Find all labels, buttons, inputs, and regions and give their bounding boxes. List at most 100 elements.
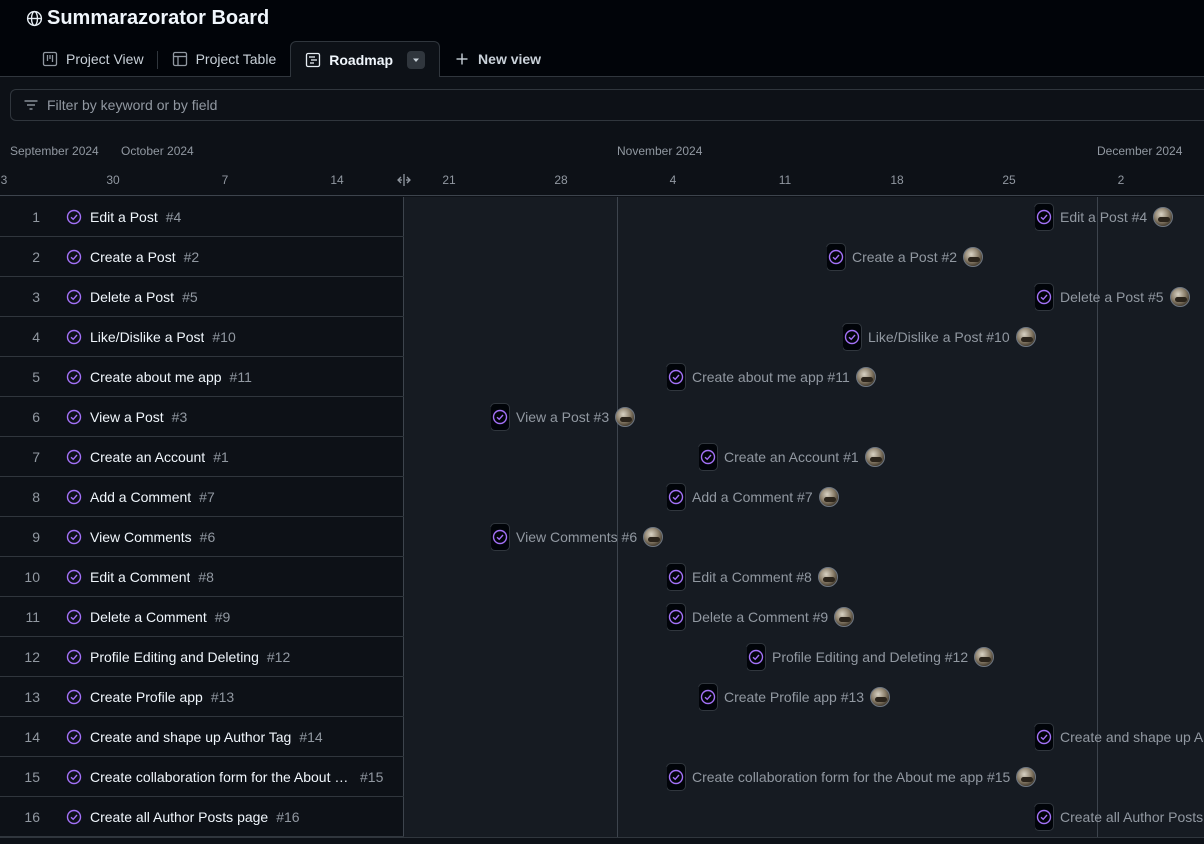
assignee-avatar[interactable] <box>1015 327 1036 347</box>
bar-handle[interactable] <box>840 323 862 351</box>
assignee-avatar[interactable] <box>855 367 876 387</box>
roadmap-bar[interactable]: Edit a Comment #8 <box>664 557 838 597</box>
item-title[interactable]: Create about me app <box>90 369 222 385</box>
tab-roadmap[interactable]: Roadmap <box>290 41 441 78</box>
bar-handle[interactable] <box>664 483 686 511</box>
roadmap-bar[interactable]: Delete a Post #5 <box>1032 277 1190 317</box>
assignee-avatar[interactable] <box>963 247 984 267</box>
view-options-dropdown[interactable] <box>407 50 426 69</box>
list-item[interactable]: 14 Create and shape up Author Tag #14 <box>0 717 404 757</box>
bar-handle[interactable] <box>1032 283 1054 311</box>
assignee-avatar[interactable] <box>834 607 855 627</box>
list-item[interactable]: 12 Profile Editing and Deleting #12 <box>0 637 404 677</box>
list-item[interactable]: 3 Delete a Post #5 <box>0 277 404 317</box>
bar-handle[interactable] <box>1032 803 1054 831</box>
assignee-avatar[interactable] <box>643 527 664 547</box>
issue-number: #14 <box>299 728 323 745</box>
filter-bar[interactable] <box>10 89 1204 121</box>
item-title[interactable]: Edit a Comment <box>90 569 190 585</box>
bar-label: Create an Account #1 <box>724 449 859 465</box>
bar-label: Delete a Comment #9 <box>692 609 829 625</box>
row-number: 7 <box>32 448 40 465</box>
roadmap-bar[interactable]: Create collaboration form for the About … <box>664 757 1037 797</box>
bar-handle[interactable] <box>696 683 718 711</box>
item-title[interactable]: Create and shape up Author Tag <box>90 729 291 745</box>
bar-handle[interactable] <box>1032 723 1054 751</box>
roadmap-bar[interactable]: Create Profile app #13 <box>696 677 891 717</box>
list-item[interactable]: 8 Add a Comment #7 <box>0 477 404 517</box>
assignee-avatar[interactable] <box>974 647 995 667</box>
filter-input[interactable] <box>47 97 647 113</box>
tab-label: Roadmap <box>329 51 394 68</box>
bar-handle[interactable] <box>488 523 510 551</box>
resize-handle-icon[interactable] <box>396 173 412 187</box>
roadmap-bar[interactable]: Create and shape up Author Tag #14 <box>1032 717 1204 757</box>
bar-handle[interactable] <box>488 403 510 431</box>
roadmap-bar[interactable]: Create an Account #1 <box>696 437 885 477</box>
item-title[interactable]: Create collaboration form for the About … <box>90 769 352 785</box>
horizontal-scrollbar[interactable] <box>0 837 1204 844</box>
day-label: 11 <box>778 173 792 187</box>
bar-handle[interactable] <box>824 243 846 271</box>
month-label: September 2024 <box>10 144 99 158</box>
issue-closed-icon <box>66 489 82 504</box>
list-item[interactable]: 16 Create all Author Posts page #16 <box>0 797 404 837</box>
roadmap-bar[interactable]: Like/Dislike a Post #10 <box>840 317 1036 357</box>
new-view-button[interactable]: New view <box>440 41 555 77</box>
roadmap-bar[interactable]: View a Post #3 <box>488 397 636 437</box>
issue-closed-icon <box>66 369 82 384</box>
issue-number: #2 <box>183 248 200 265</box>
issue-closed-icon <box>828 249 844 265</box>
item-title[interactable]: Profile Editing and Deleting <box>90 649 259 665</box>
assignee-avatar[interactable] <box>864 447 885 467</box>
roadmap-bar[interactable]: View Comments #6 <box>488 517 664 557</box>
list-item[interactable]: 9 View Comments #6 <box>0 517 404 557</box>
item-title[interactable]: Like/Dislike a Post <box>90 329 204 345</box>
list-item[interactable]: 4 Like/Dislike a Post #10 <box>0 317 404 357</box>
list-item[interactable]: 7 Create an Account #1 <box>0 437 404 477</box>
roadmap-bar[interactable]: Create a Post #2 <box>824 237 984 277</box>
assignee-avatar[interactable] <box>1016 767 1037 787</box>
tab-project-view[interactable]: Project View <box>28 41 158 77</box>
list-item[interactable]: 11 Delete a Comment #9 <box>0 597 404 637</box>
assignee-avatar[interactable] <box>1153 207 1174 227</box>
bar-handle[interactable] <box>664 763 686 791</box>
list-item[interactable]: 10 Edit a Comment #8 <box>0 557 404 597</box>
triangle-down-icon <box>413 58 420 62</box>
item-title[interactable]: Add a Comment <box>90 489 191 505</box>
assignee-avatar[interactable] <box>1169 287 1190 307</box>
assignee-avatar[interactable] <box>817 567 838 587</box>
bar-handle[interactable] <box>664 563 686 591</box>
list-item[interactable]: 13 Create Profile app #13 <box>0 677 404 717</box>
roadmap-bar[interactable]: Edit a Post #4 <box>1032 197 1174 237</box>
bar-handle[interactable] <box>1032 203 1054 231</box>
roadmap-bar[interactable]: Profile Editing and Deleting #12 <box>744 637 995 677</box>
item-title[interactable]: View Comments <box>90 529 192 545</box>
bar-handle[interactable] <box>664 363 686 391</box>
assignee-avatar[interactable] <box>870 687 891 707</box>
item-title[interactable]: Delete a Post <box>90 289 174 305</box>
list-item[interactable]: 5 Create about me app #11 <box>0 357 404 397</box>
list-item[interactable]: 2 Create a Post #2 <box>0 237 404 277</box>
roadmap-bar[interactable]: Create all Author Posts page #16 <box>1032 797 1204 837</box>
roadmap-bar[interactable]: Delete a Comment #9 <box>664 597 855 637</box>
list-item[interactable]: 1 Edit a Post #4 <box>0 197 404 237</box>
item-title[interactable]: Create an Account <box>90 449 205 465</box>
roadmap-bar[interactable]: Add a Comment #7 <box>664 477 839 517</box>
item-title[interactable]: Create all Author Posts page <box>90 809 268 825</box>
list-item[interactable]: 6 View a Post #3 <box>0 397 404 437</box>
item-title[interactable]: Delete a Comment <box>90 609 207 625</box>
item-title[interactable]: View a Post <box>90 409 164 425</box>
list-item[interactable]: 15 Create collaboration form for the Abo… <box>0 757 404 797</box>
item-title[interactable]: Create Profile app <box>90 689 203 705</box>
bar-handle[interactable] <box>664 603 686 631</box>
roadmap-bar[interactable]: Create about me app #11 <box>664 357 876 397</box>
assignee-avatar[interactable] <box>615 407 636 427</box>
item-title[interactable]: Edit a Post <box>90 209 158 225</box>
bar-handle[interactable] <box>744 643 766 671</box>
bar-handle[interactable] <box>696 443 718 471</box>
tab-project-table[interactable]: Project Table <box>158 41 291 77</box>
bar-label: Delete a Post #5 <box>1060 289 1164 305</box>
assignee-avatar[interactable] <box>818 487 839 507</box>
item-title[interactable]: Create a Post <box>90 249 176 265</box>
